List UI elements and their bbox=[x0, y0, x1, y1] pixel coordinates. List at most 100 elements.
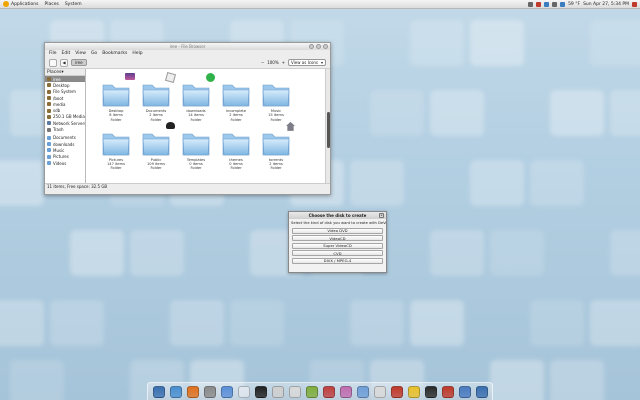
background-tile bbox=[490, 360, 544, 400]
chart-icon[interactable] bbox=[322, 385, 335, 398]
devede-icon[interactable] bbox=[373, 385, 386, 398]
background-tile bbox=[370, 90, 424, 136]
folder-item-downloads[interactable]: downloads 14 items Folder bbox=[176, 73, 216, 122]
volume-tray-icon[interactable] bbox=[544, 1, 550, 7]
music-icon[interactable] bbox=[220, 385, 233, 398]
network-icon[interactable] bbox=[169, 385, 182, 398]
background-tile bbox=[70, 230, 124, 276]
folder-item-music[interactable]: Music 15 items Folder bbox=[256, 79, 296, 122]
folder-icon bbox=[261, 79, 291, 109]
breadcrumb-home[interactable]: iree bbox=[71, 59, 87, 66]
folder-item-pictures[interactable]: Pictures 147 items Folder bbox=[96, 128, 136, 171]
radiation-icon[interactable] bbox=[407, 385, 420, 398]
menu-bookmarks[interactable]: Bookmarks bbox=[102, 51, 127, 56]
folder-icon bbox=[261, 121, 295, 158]
divx-mpeg4-button[interactable]: DIVX / MPEG-4 bbox=[292, 257, 383, 264]
folder-item-templates[interactable]: Templates 0 items Folder bbox=[176, 128, 216, 171]
minimize-button[interactable] bbox=[309, 44, 314, 49]
usb-drive-icon[interactable] bbox=[203, 385, 216, 398]
clock[interactable]: Sun Apr 27, 5:34 PM bbox=[583, 2, 629, 7]
background-tile bbox=[610, 230, 640, 276]
chevron-down-icon: ▾ bbox=[320, 60, 323, 65]
background-tile bbox=[350, 300, 404, 346]
cvd-button[interactable]: CVD bbox=[292, 250, 383, 256]
menu-go[interactable]: Go bbox=[91, 51, 97, 56]
file-view: Desktop 8 items Folder Documents 2 items Fold… bbox=[86, 69, 330, 183]
folder-type: Folder bbox=[190, 166, 202, 171]
toolbar: ◀ iree − 100% + View as Icons ▾ bbox=[45, 57, 330, 69]
pidgin-icon[interactable] bbox=[339, 385, 352, 398]
folder-item-torrents[interactable]: torrents 2 items Folder bbox=[256, 121, 296, 171]
background-tile bbox=[0, 160, 44, 206]
folder-item-documents[interactable]: Documents 2 items Folder bbox=[136, 71, 177, 122]
menu-help[interactable]: Help bbox=[132, 51, 142, 56]
file-browser-titlebar[interactable]: iree - File Browser bbox=[45, 43, 330, 50]
scroll-thumb[interactable] bbox=[327, 112, 330, 148]
globe-icon[interactable] bbox=[356, 385, 369, 398]
folder-item-themes[interactable]: themes 0 items Folder bbox=[216, 128, 256, 171]
places-header[interactable]: Places ▾ bbox=[45, 69, 85, 76]
dialog-title: Choose the disk to create bbox=[308, 213, 367, 218]
firefox-icon[interactable] bbox=[186, 385, 199, 398]
sidebar-item-label: downloads bbox=[53, 141, 75, 147]
terminal-icon[interactable] bbox=[254, 385, 267, 398]
background-tile bbox=[130, 230, 184, 276]
dialog-prompt: Select the kind of disk you want to crea… bbox=[291, 221, 386, 225]
disk-type-dialog: Choose the disk to create × Select the k… bbox=[288, 211, 387, 273]
close-button[interactable] bbox=[323, 44, 328, 49]
dialog-titlebar[interactable]: Choose the disk to create × bbox=[289, 212, 386, 219]
home-icon bbox=[47, 114, 51, 119]
sidebar-item-label: Documents bbox=[53, 135, 76, 141]
update-tray-icon[interactable] bbox=[536, 1, 542, 7]
folder-icon bbox=[47, 161, 51, 165]
applications-menu[interactable]: Applications bbox=[3, 1, 39, 7]
folder-type: Folder bbox=[110, 166, 122, 171]
view-mode-select[interactable]: View as Icons ▾ bbox=[288, 59, 326, 66]
zoom-out-button[interactable]: − bbox=[261, 60, 264, 65]
printer-icon[interactable] bbox=[271, 385, 284, 398]
menu-edit[interactable]: Edit bbox=[62, 51, 71, 56]
sidebar-item-videos[interactable]: Videos bbox=[45, 160, 85, 166]
monitor-icon[interactable] bbox=[424, 385, 437, 398]
dialog-close-button[interactable]: × bbox=[379, 213, 384, 218]
network-tray-icon[interactable] bbox=[528, 1, 534, 7]
folder-icon bbox=[221, 79, 251, 109]
video-dvd-button[interactable]: Video DVD bbox=[292, 227, 383, 234]
trash-icon[interactable] bbox=[475, 385, 488, 398]
places-label: Places bbox=[47, 69, 62, 75]
sidebar-item-label: File System bbox=[53, 89, 76, 95]
home-icon bbox=[47, 96, 51, 101]
vertical-scrollbar[interactable] bbox=[325, 69, 330, 183]
power-icon[interactable] bbox=[632, 1, 637, 7]
background-tile bbox=[430, 230, 484, 276]
downloads-emblem-icon bbox=[206, 73, 215, 82]
videocd-button[interactable]: VideoCD bbox=[292, 235, 383, 241]
home-icon bbox=[47, 89, 51, 94]
calendar-icon[interactable] bbox=[237, 385, 250, 398]
super-videocd-button[interactable]: Super VideoCD bbox=[292, 242, 383, 249]
window-title: iree - File Browser bbox=[169, 44, 206, 49]
folder-item-incomplete[interactable]: incomplete 2 items Folder bbox=[216, 79, 256, 122]
chat-icon[interactable] bbox=[288, 385, 301, 398]
xfce-icon[interactable] bbox=[152, 385, 165, 398]
documents-emblem-icon bbox=[164, 71, 177, 84]
maximize-button[interactable] bbox=[316, 44, 321, 49]
menu-view[interactable]: View bbox=[75, 51, 86, 56]
tool-icon[interactable] bbox=[458, 385, 471, 398]
system-tray: 59 °F Sun Apr 27, 5:34 PM bbox=[528, 1, 637, 7]
folder-item-public[interactable]: Public 109 items Folder bbox=[136, 121, 176, 171]
applications-menu-label: Applications bbox=[11, 1, 39, 7]
text-editor-icon[interactable] bbox=[305, 385, 318, 398]
zoom-in-button[interactable]: + bbox=[282, 60, 285, 65]
temperature[interactable]: 59 °F bbox=[568, 2, 580, 7]
system-menu[interactable]: System bbox=[65, 2, 82, 7]
folder-icon bbox=[181, 128, 211, 158]
menu-file[interactable]: File bbox=[49, 51, 57, 56]
location-toggle-button[interactable] bbox=[49, 58, 57, 67]
media-player-icon[interactable] bbox=[390, 385, 403, 398]
back-button[interactable]: ◀ bbox=[60, 58, 68, 67]
battery-tray-icon[interactable] bbox=[552, 1, 558, 7]
paint-icon[interactable] bbox=[441, 385, 454, 398]
folder-item-desktop[interactable]: Desktop 8 items Folder bbox=[96, 73, 136, 122]
places-menu[interactable]: Places bbox=[45, 2, 59, 7]
